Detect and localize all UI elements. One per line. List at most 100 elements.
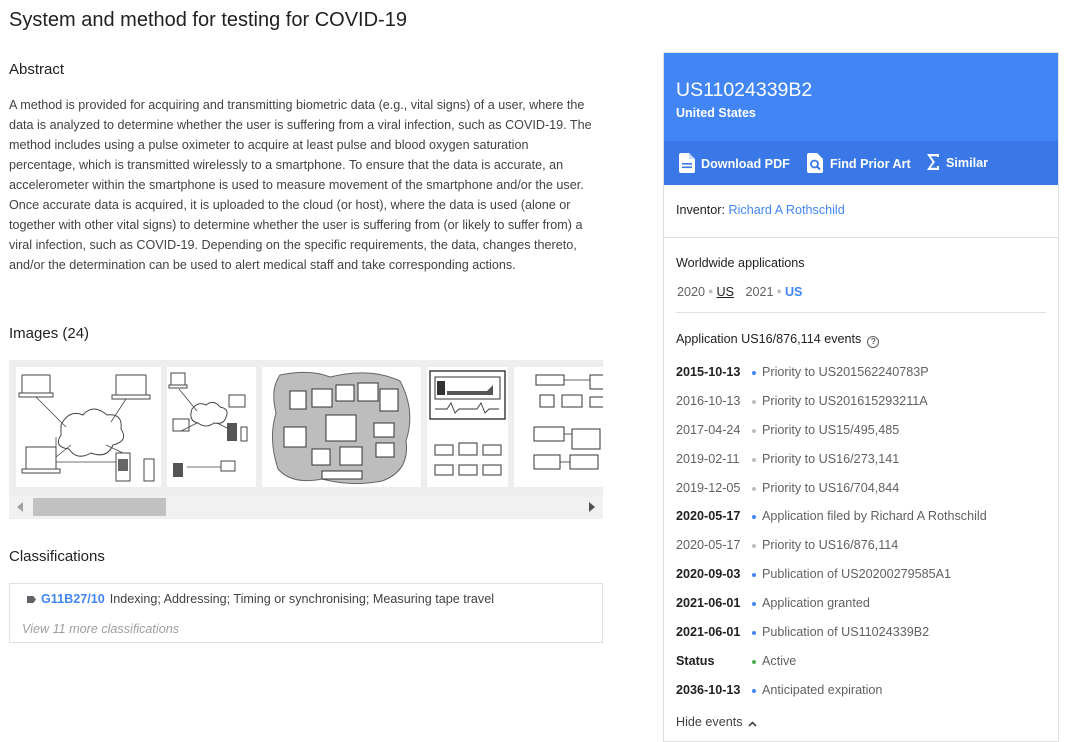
status-label: Status	[676, 653, 715, 668]
abstract-heading: Abstract	[9, 61, 65, 78]
timeline-dot-icon	[752, 688, 756, 693]
chevron-up-icon	[748, 716, 757, 730]
event-date: 2020-05-17	[676, 538, 741, 553]
event-row: 2020-05-17 Application filed by Richard A…	[676, 505, 1056, 534]
classifications-heading: Classifications	[9, 548, 105, 565]
event-text[interactable]: Priority to US16/704,844	[762, 481, 899, 495]
images-scrollbar[interactable]	[9, 496, 603, 518]
abstract-text: A method is provided for acquiring and t…	[9, 98, 592, 272]
image-thumbnail[interactable]	[427, 367, 508, 487]
find-prior-art-button[interactable]: Find Prior Art	[807, 153, 911, 176]
download-pdf-button[interactable]: Download PDF	[679, 153, 790, 176]
inventor-link[interactable]: Richard A Rothschild	[729, 203, 845, 217]
dot-separator-icon: ●	[708, 286, 714, 296]
ww-year: 2021	[745, 285, 774, 299]
ww-country-current: US	[716, 285, 734, 299]
event-row: 2015-10-13 Priority to US201562240783P	[676, 361, 1056, 390]
event-text: Application filed by Richard A Rothschil…	[762, 509, 987, 524]
timeline-dot-icon	[752, 428, 756, 433]
event-date: 2016-10-13	[676, 393, 741, 408]
timeline-dot-icon	[752, 631, 756, 636]
event-text[interactable]: Priority to US15/495,485	[762, 423, 899, 437]
download-pdf-label: Download PDF	[701, 156, 790, 171]
status-value: Active	[762, 653, 797, 668]
pdf-document-icon	[679, 153, 695, 176]
event-row: 2020-09-03 Publication of US20200279585A1	[676, 563, 1056, 592]
help-icon[interactable]: ?	[867, 336, 880, 348]
page-title: System and method for testing for COVID-…	[9, 9, 407, 31]
status-dot-icon	[752, 659, 756, 664]
event-row: 2019-02-11 Priority to US16/273,141	[676, 448, 1056, 477]
ww-year: 2020	[677, 285, 706, 299]
ww-country-link[interactable]: US	[785, 285, 803, 299]
prior-art-search-icon	[807, 153, 824, 176]
scroll-right-arrow-icon[interactable]	[589, 502, 595, 512]
similar-label: Similar	[946, 155, 988, 170]
patent-figure-3	[262, 367, 421, 487]
event-text: Application granted	[762, 596, 870, 611]
image-thumbnail[interactable]	[514, 367, 603, 487]
images-carousel	[9, 360, 603, 519]
image-thumbnail[interactable]	[262, 367, 421, 487]
classification-item: G11B27/10 Indexing; Addressing; Timing or…	[27, 592, 494, 606]
event-date: 2036-10-13	[676, 682, 741, 697]
timeline-dot-icon	[752, 544, 756, 549]
find-prior-art-label: Find Prior Art	[830, 156, 911, 171]
scrollbar-thumb[interactable]	[33, 498, 166, 516]
timeline-dot-icon	[752, 515, 756, 520]
inventor-label: Inventor:	[676, 203, 729, 217]
worldwide-applications-title: Worldwide applications	[676, 256, 805, 270]
worldwide-applications-list: 2020 ● US 2021 ● US	[677, 285, 802, 299]
patent-figure-4	[429, 370, 506, 476]
event-row: Status Active	[676, 650, 1056, 679]
panel-actions-bar: Download PDF Find Prior Art Similar	[664, 141, 1058, 185]
event-text: Anticipated expiration	[762, 682, 883, 697]
timeline-dot-icon	[752, 602, 756, 607]
dot-separator-icon: ●	[776, 286, 782, 296]
event-text[interactable]: Publication of US20200279585A1	[762, 567, 951, 581]
event-text[interactable]: Priority to US16/273,141	[762, 452, 899, 466]
images-heading: Images (24)	[9, 325, 90, 342]
classification-code-link[interactable]: G11B27/10	[41, 592, 105, 606]
event-date: 2015-10-13	[676, 365, 741, 379]
classification-description: Indexing; Addressing; Timing or synchron…	[109, 592, 495, 606]
event-row: 2021-06-01 Application granted	[676, 592, 1056, 621]
event-row: 2019-12-05 Priority to US16/704,844	[676, 477, 1056, 506]
patent-figure-2	[168, 372, 248, 477]
event-row: 2016-10-13 Priority to US201615293211A	[676, 390, 1056, 419]
patent-figure-5	[533, 374, 603, 470]
classifications-box: G11B27/10 Indexing; Addressing; Timing or…	[9, 583, 603, 643]
application-events-title: Application US16/876,114 events?	[676, 332, 880, 348]
event-date: 2021-06-01	[676, 625, 741, 640]
event-date: 2020-05-17	[676, 509, 741, 524]
divider	[676, 312, 1046, 313]
event-text: Publication of US11024339B2	[762, 625, 930, 640]
publication-country: United States	[676, 106, 756, 120]
event-row: 2036-10-13 Anticipated expiration	[676, 679, 1056, 708]
similar-button[interactable]: Similar	[926, 153, 988, 174]
scroll-left-arrow-icon[interactable]	[17, 502, 23, 512]
event-text[interactable]: Priority to US201615293211A	[762, 394, 928, 408]
event-text[interactable]: Priority to US201562240783P	[762, 365, 929, 379]
hide-events-label: Hide events	[676, 715, 743, 729]
timeline-dot-icon	[752, 371, 756, 375]
events-timeline: 2015-10-13 Priority to US201562240783P 20…	[676, 361, 1056, 708]
tag-icon	[27, 596, 36, 603]
event-row: 2020-05-17 Priority to US16/876,114	[676, 534, 1056, 563]
timeline-dot-icon	[752, 457, 756, 462]
application-events-title-text: Application US16/876,114 events	[676, 332, 862, 346]
image-thumbnail[interactable]	[16, 367, 161, 487]
patent-info-panel: US11024339B2 United States Download PDF …	[663, 52, 1059, 742]
event-date: 2017-04-24	[676, 422, 741, 437]
image-thumbnail[interactable]	[167, 367, 256, 487]
sigma-icon	[926, 153, 940, 174]
hide-events-toggle[interactable]: Hide events	[676, 715, 757, 730]
view-more-classifications-link[interactable]: View 11 more classifications	[22, 622, 179, 636]
event-row: 2017-04-24 Priority to US15/495,485	[676, 419, 1056, 448]
event-date: 2021-06-01	[676, 596, 741, 611]
panel-header: US11024339B2 United States	[664, 53, 1058, 141]
event-date: 2020-09-03	[676, 567, 741, 582]
divider	[664, 237, 1058, 238]
event-text: Priority to US16/876,114	[762, 538, 899, 553]
timeline-dot-icon	[752, 573, 756, 578]
